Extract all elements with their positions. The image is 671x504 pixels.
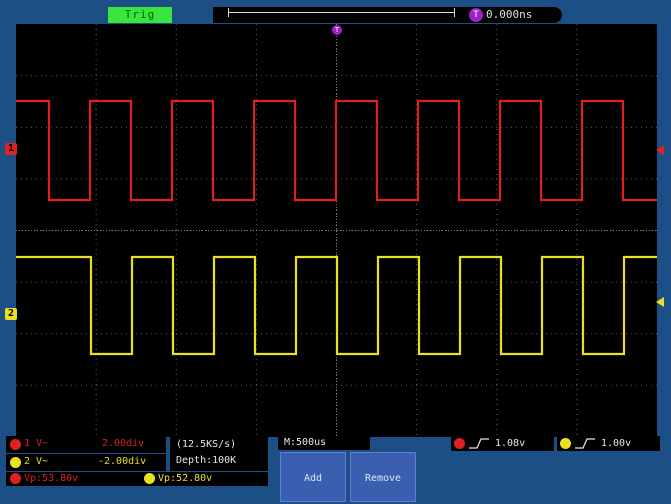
ch1-position: 2.00div [102, 438, 145, 449]
sample-rate: (12.5KS/s) [176, 439, 237, 450]
ch2-dot-icon [10, 457, 21, 468]
ch2-trigger-level: 1.00v [601, 438, 632, 449]
ch1-trigger-dot-icon [454, 438, 465, 449]
ch2-scale-panel: 2 V~ -2.00div [6, 454, 166, 471]
trigger-status-badge: Trig [108, 7, 172, 23]
remove-button[interactable]: Remove [350, 452, 416, 502]
sample-rate-panel: (12.5KS/s) Depth:100K [170, 436, 268, 471]
oscilloscope-display: Trig T 0.000ns T 1 2 1 V~ 2.00div 2 V~ -… [0, 0, 671, 504]
ch1-trigger-level: 1.08v [495, 438, 526, 449]
memory-window-line [228, 12, 454, 13]
ch1-volts-div: 1 V~ [24, 438, 49, 449]
ch2-offset-marker[interactable]: 2 [5, 308, 17, 320]
ch1-offset-marker[interactable]: 1 [5, 143, 17, 155]
trigger-offset-icon: T [469, 8, 483, 22]
measurement-panel: Vp:53.80v Vp:52.80v [6, 472, 268, 486]
rising-edge-icon [575, 438, 595, 449]
time-offset-value: 0.000ns [486, 8, 533, 21]
memory-position-bar[interactable] [213, 7, 463, 23]
ch2-trigger-dot-icon [560, 438, 571, 449]
rising-edge-icon [469, 438, 489, 449]
add-button[interactable]: Add [280, 452, 346, 502]
ch1-measurement: Vp:53.80v [24, 473, 79, 484]
ch1-trigger-level-icon[interactable] [656, 145, 664, 155]
ch2-measurement: Vp:52.80v [158, 473, 213, 484]
ch2-trigger-level-icon[interactable] [656, 297, 664, 307]
ch2-measure-dot-icon [144, 473, 155, 484]
ch2-waveform [16, 255, 657, 356]
memory-window-right-bracket [454, 8, 455, 17]
time-base: M:500us [284, 437, 327, 448]
waveform-screen[interactable] [16, 24, 657, 437]
memory-window-left-bracket [228, 8, 229, 17]
horizontal-panel: M:500us [278, 436, 370, 450]
ch2-position: -2.00div [98, 456, 147, 467]
ch1-dot-icon [10, 439, 21, 450]
ch2-volts-div: 2 V~ [24, 456, 49, 467]
waveform-graticule [16, 24, 657, 437]
memory-depth: Depth:100K [176, 455, 237, 466]
trigger-position-icon: T [332, 25, 342, 35]
ch1-trigger-panel: 1.08v [451, 436, 554, 451]
ch1-waveform [16, 99, 657, 202]
ch1-scale-panel: 1 V~ 2.00div [6, 436, 166, 453]
ch1-measure-dot-icon [10, 473, 21, 484]
ch2-trigger-panel: 1.00v [557, 436, 660, 451]
